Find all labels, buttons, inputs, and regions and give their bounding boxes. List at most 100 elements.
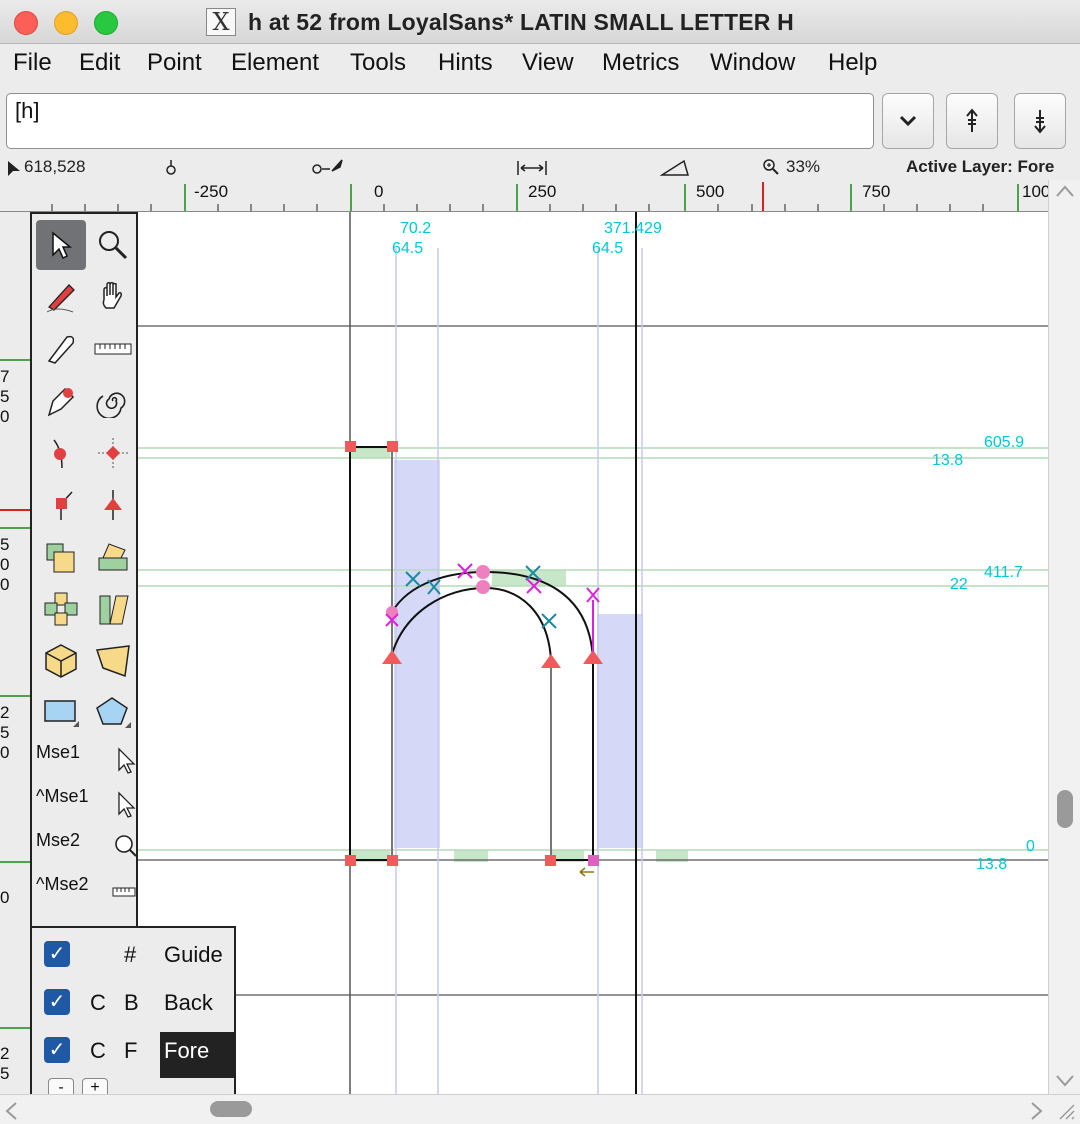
ruler-label: -250 [194, 182, 229, 201]
glyph-entry-field[interactable]: [h] [6, 93, 874, 149]
right-position-label: 371.429 [604, 220, 662, 237]
menu-tools[interactable]: Tools [350, 49, 406, 77]
ruler-label: 0 [0, 888, 10, 907]
ruler-tool[interactable] [88, 324, 138, 374]
spiral-icon [96, 392, 126, 418]
vertical-scroll-thumb[interactable] [1057, 790, 1073, 828]
resize-grip-icon[interactable] [1056, 1101, 1076, 1121]
hand-icon [102, 282, 122, 309]
rotate-icon [98, 543, 128, 571]
layer-row-guide[interactable]: ✓ # Guide [32, 932, 234, 976]
corner-point-tool[interactable] [36, 480, 86, 530]
perspective-tool[interactable] [88, 636, 138, 686]
layer-name[interactable]: Back [160, 984, 217, 1030]
horizontal-scrollbar[interactable] [0, 1094, 1080, 1124]
hvcurve-point-tool[interactable] [88, 428, 138, 478]
distance-icon [517, 161, 547, 175]
ctrl-mouse1-pointer-icon [118, 791, 136, 818]
vertical-scrollbar[interactable] [1048, 180, 1080, 1094]
scroll-down-arrow-icon[interactable] [1055, 1074, 1075, 1088]
tool-palette: Mse1 ^Mse1 Mse2 ^Mse2 [30, 212, 138, 928]
dropdown-button[interactable] [882, 93, 934, 149]
active-layer-label: Active Layer: Fore [906, 157, 1055, 176]
arrow-up-icon [966, 108, 978, 132]
previous-glyph-button[interactable] [946, 93, 998, 149]
layers-palette: ✓ # Guide ✓ C B Back ✓ C F Fore - + [30, 926, 236, 1098]
menu-hints[interactable]: Hints [438, 49, 493, 77]
menu-element[interactable]: Element [231, 49, 319, 77]
pointer-tool[interactable] [36, 220, 86, 270]
minimize-button[interactable] [54, 11, 78, 35]
menu-file[interactable]: File [13, 49, 52, 77]
xheight-label: 411.7 [984, 564, 1023, 581]
menu-help[interactable]: Help [828, 49, 877, 77]
polygon-tool[interactable] [88, 688, 138, 738]
menu-point[interactable]: Point [147, 49, 202, 77]
rectangle-tool[interactable] [36, 688, 86, 738]
scroll-tool[interactable] [88, 272, 138, 322]
flip-icon [44, 592, 78, 626]
mouse2-label: Mse2 [36, 830, 81, 850]
menu-view[interactable]: View [522, 49, 574, 77]
layer-type-flag: F [124, 1038, 138, 1063]
menu-metrics[interactable]: Metrics [602, 49, 679, 77]
curve-point-tool[interactable] [36, 428, 86, 478]
freehand-tool[interactable] [36, 272, 86, 322]
skew-tool[interactable] [88, 584, 138, 634]
cursor-coords: 618,528 [24, 157, 86, 176]
ruler-icon [94, 343, 132, 355]
point-offset-icon [312, 159, 343, 174]
zoom-button[interactable] [94, 11, 118, 35]
window-title: h at 52 from LoyalSans* LATIN SMALL LETT… [248, 8, 794, 35]
next-glyph-button[interactable] [1014, 93, 1066, 149]
magnify-icon [99, 231, 128, 260]
knife-icon [47, 335, 75, 364]
hvcurve-point-icon [98, 438, 128, 468]
flip-tool[interactable] [36, 584, 86, 634]
ruler-label: 5 [0, 1064, 10, 1083]
scroll-right-arrow-icon[interactable] [1030, 1101, 1044, 1121]
menu-bar: File Edit Point Element Tools Hints View… [0, 44, 1080, 86]
knife-tool[interactable] [36, 324, 86, 374]
layer-row-fore[interactable]: ✓ C F Fore [32, 1028, 236, 1078]
rectangle-icon [44, 700, 79, 727]
ruler-label: 2 [0, 703, 10, 722]
layer-visibility-checkbox[interactable]: ✓ [44, 941, 70, 967]
ruler-label: 5 [0, 387, 10, 406]
menu-window[interactable]: Window [710, 49, 795, 77]
layer-type-flag: B [124, 990, 139, 1015]
tangent-point-tool[interactable] [88, 480, 138, 530]
corner-point-icon [56, 491, 73, 520]
rotate-tool[interactable] [88, 532, 138, 582]
3d-rotate-tool[interactable] [36, 636, 86, 686]
cube-icon [45, 644, 77, 678]
horizontal-scroll-thumb[interactable] [210, 1101, 252, 1117]
ctrl-mouse2-label: ^Mse2 [36, 874, 89, 894]
scale-tool[interactable] [36, 532, 86, 582]
xheight-width-label: 22 [950, 576, 968, 593]
menu-edit[interactable]: Edit [79, 49, 120, 77]
angle-icon [660, 159, 689, 176]
mouse2-magnify-icon [115, 835, 137, 857]
layer-name[interactable]: Guide [160, 936, 227, 982]
scroll-left-arrow-icon[interactable] [4, 1101, 18, 1121]
left-width-label: 64.5 [392, 240, 424, 257]
x-window-icon: X [206, 8, 236, 36]
spiro-tool[interactable] [88, 376, 138, 426]
ruler-label: 0 [374, 182, 384, 201]
mouse2-ruler-icon [112, 887, 136, 897]
title-bar: X h at 52 from LoyalSans* LATIN SMALL LE… [0, 0, 1080, 44]
scroll-up-arrow-icon[interactable] [1055, 184, 1075, 198]
ascender-width-label: 13.8 [932, 452, 964, 469]
tangent-point-icon [104, 490, 122, 520]
layer-visibility-checkbox[interactable]: ✓ [44, 1037, 70, 1063]
pen-tool[interactable] [36, 376, 86, 426]
curve-point-icon [53, 439, 66, 469]
layer-row-back[interactable]: ✓ C B Back [32, 980, 234, 1024]
layer-visibility-checkbox[interactable]: ✓ [44, 989, 70, 1015]
close-button[interactable] [14, 11, 38, 35]
scale-icon [46, 543, 75, 573]
layer-name[interactable]: Fore [160, 1032, 236, 1078]
magnify-tool[interactable] [88, 220, 138, 270]
perspective-icon [95, 645, 130, 678]
